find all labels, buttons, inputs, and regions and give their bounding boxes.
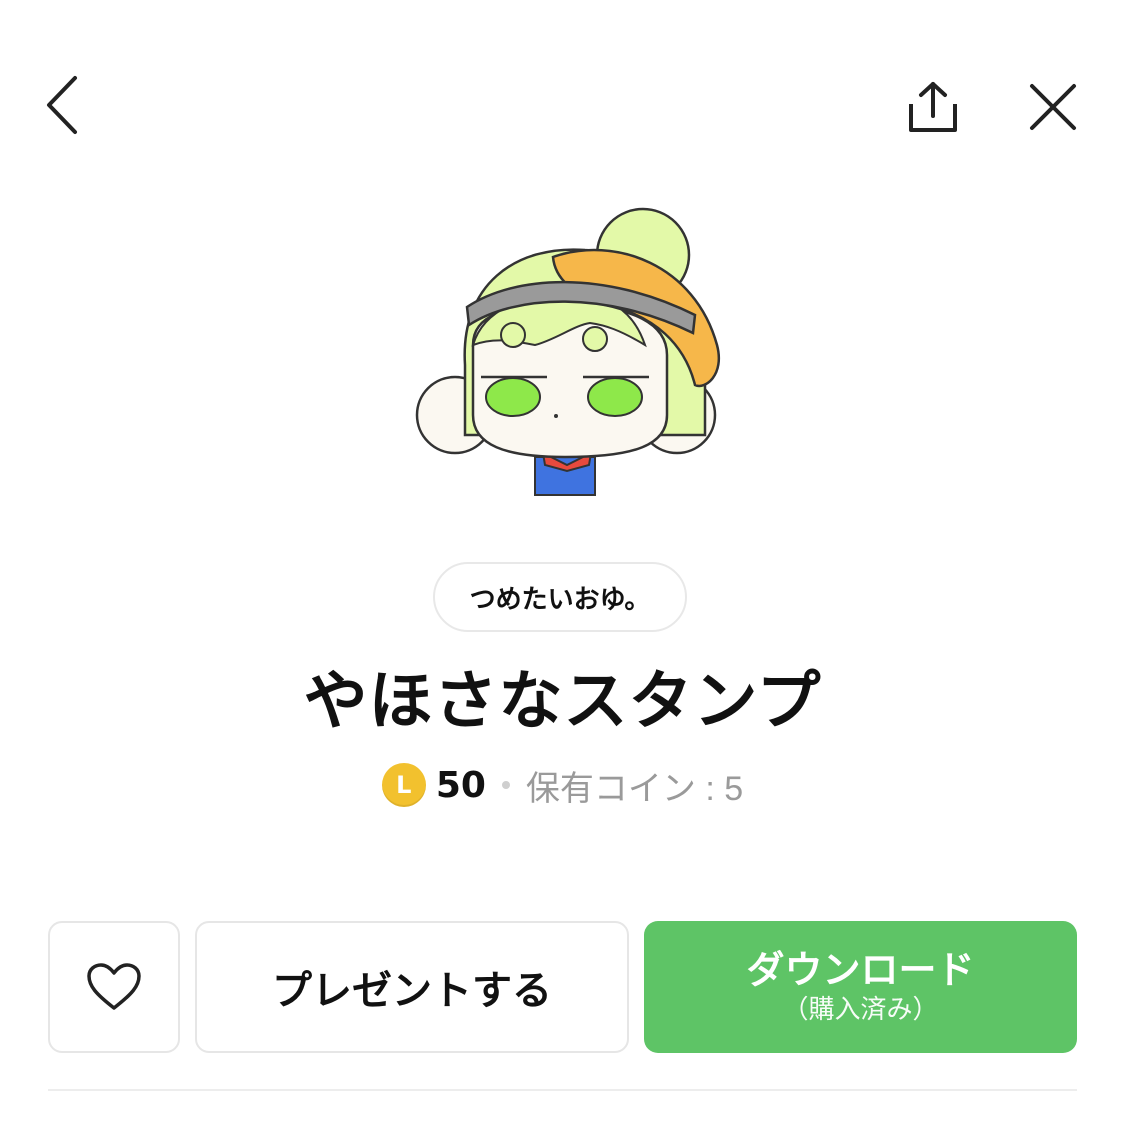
owned-coins-text: 保有コイン : 5 [525,769,744,808]
download-sublabel: （購入済み） [782,995,939,1025]
present-label: プレゼントする [272,968,552,1014]
like-button[interactable] [48,921,180,1053]
back-button[interactable] [28,70,98,140]
download-label: ダウンロード [746,948,975,992]
separator-dot [501,781,510,789]
close-button[interactable] [1015,72,1091,142]
present-button[interactable]: プレゼントする [195,921,629,1053]
download-button[interactable]: ダウンロード （購入済み） [644,921,1077,1053]
share-button[interactable] [895,72,971,142]
price-row: L 50 保有コイン : 5 [0,760,1125,810]
price-value: 50 [435,764,486,806]
heart-icon [87,963,141,1010]
sticker-title: やほさなスタンプ [303,665,822,739]
chevron-left-icon [47,76,77,134]
sticker-image [405,195,735,505]
close-icon [1030,84,1076,130]
author-chip[interactable]: つめたいおゆ。 [433,562,687,632]
divider [48,1089,1077,1091]
share-icon [909,82,957,132]
line-coin-icon: L [381,763,426,807]
